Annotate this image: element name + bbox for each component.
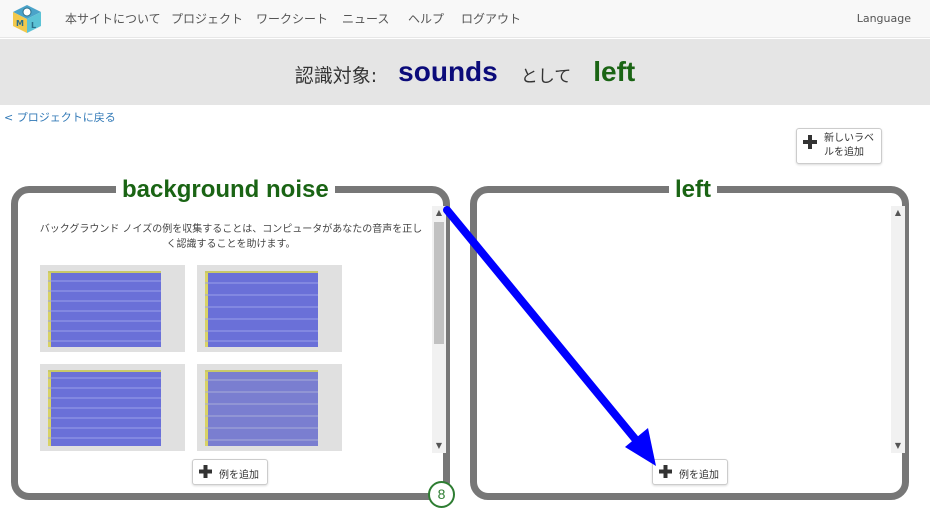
- add-example-label: 例を追加: [219, 470, 259, 481]
- nav-news[interactable]: ニュース: [342, 0, 389, 38]
- background-noise-hint: バックグラウンド ノイズの例を収集することは、コンピュータがあなたの音声を正しく…: [39, 224, 423, 250]
- bucket-background-noise: background noise バックグラウンド ノイズの例を収集することは、…: [11, 175, 450, 500]
- scroll-down-icon[interactable]: ▼: [891, 439, 905, 453]
- add-example-button[interactable]: 例を追加: [652, 459, 728, 485]
- nav-logout[interactable]: ログアウト: [461, 0, 521, 38]
- bucket-title: background noise: [122, 176, 329, 203]
- header-label-name: left: [593, 56, 636, 87]
- sound-example[interactable]: [197, 364, 342, 451]
- svg-text:L: L: [31, 21, 36, 30]
- spectrogram-image: [205, 271, 318, 347]
- page: M L 本サイトについて プロジェクト ワークシート ニュース ヘルプ ログアウ…: [0, 0, 930, 508]
- navbar: M L 本サイトについて プロジェクト ワークシート ニュース ヘルプ ログアウ…: [0, 0, 930, 38]
- nav-about[interactable]: 本サイトについて: [65, 0, 161, 38]
- header-as-text: として: [520, 67, 572, 87]
- logo-icon[interactable]: M L: [11, 4, 43, 34]
- svg-text:M: M: [16, 19, 24, 28]
- spectrogram-image: [48, 370, 161, 446]
- scroll-up-icon[interactable]: ▲: [432, 206, 446, 220]
- scroll-up-icon[interactable]: ▲: [891, 206, 905, 220]
- add-new-label-button[interactable]: 新しいラベ ルを追加: [796, 128, 882, 164]
- sound-example[interactable]: [40, 364, 185, 451]
- back-to-project-link[interactable]: < プロジェクトに戻る: [4, 109, 116, 125]
- plus-icon: [659, 465, 672, 478]
- example-count-badge: 8: [428, 481, 455, 508]
- add-new-label-text: 新しいラベ ルを追加: [824, 132, 880, 160]
- spectrogram-image: [48, 271, 161, 347]
- plus-icon: [803, 135, 817, 149]
- nav-help[interactable]: ヘルプ: [408, 0, 444, 38]
- add-example-button[interactable]: 例を追加: [192, 459, 268, 485]
- add-new-label-line2: ルを追加: [824, 147, 864, 158]
- bucket-title-wrap: left: [669, 175, 717, 205]
- nav-projects[interactable]: プロジェクト: [171, 0, 243, 38]
- bucket-title-wrap: background noise: [116, 175, 335, 205]
- scroll-down-icon[interactable]: ▼: [432, 439, 446, 453]
- sound-example[interactable]: [40, 265, 185, 352]
- nav-language[interactable]: Language: [857, 0, 911, 38]
- plus-icon: [199, 465, 212, 478]
- spectrogram-image: [205, 370, 318, 446]
- bucket-title: left: [675, 176, 711, 203]
- header-project-name: sounds: [398, 56, 498, 87]
- page-title: 認識対象: sounds として left: [0, 39, 930, 105]
- header-band: 認識対象: sounds として left: [0, 39, 930, 105]
- examples-scrollbar[interactable]: ▲ ▼: [891, 206, 905, 453]
- add-new-label-line1: 新しいラベ: [824, 133, 874, 144]
- header-prefix: 認識対象:: [294, 64, 378, 87]
- sound-example[interactable]: [197, 265, 342, 352]
- examples-scrollbar[interactable]: ▲ ▼: [432, 206, 446, 453]
- bucket-left: left ▲ ▼ 例を追加: [470, 175, 909, 500]
- examples-scroll-area[interactable]: バックグラウンド ノイズの例を収集することは、コンピュータがあなたの音声を正しく…: [24, 206, 446, 453]
- add-example-label: 例を追加: [679, 470, 719, 481]
- scrollbar-thumb[interactable]: [434, 222, 444, 344]
- examples-scroll-area[interactable]: ▲ ▼: [483, 206, 905, 453]
- nav-worksheets[interactable]: ワークシート: [256, 0, 328, 38]
